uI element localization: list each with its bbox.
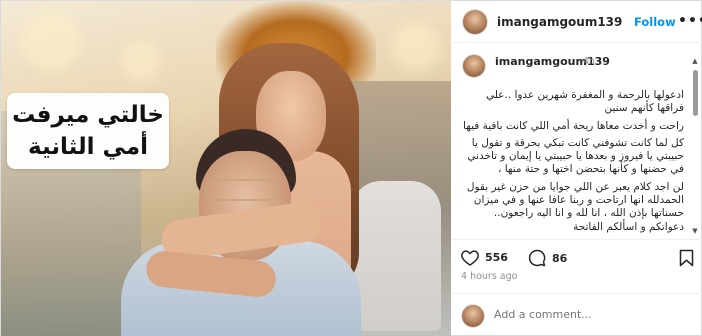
- post-timestamp[interactable]: 4 hours ago: [461, 271, 517, 282]
- header-username[interactable]: imangamgoum139: [497, 15, 622, 29]
- caption-paragraph: ادعولها بالرحمة و المغفرة شهرين عدوا ..ع…: [485, 89, 684, 115]
- caption-paragraph: لن اجد كلام يعبر عن اللي جوايا من حزن غي…: [466, 180, 684, 233]
- photo-bokeh: [391, 21, 441, 71]
- comments-count: 86: [552, 251, 568, 265]
- overlay-line-1: خالتي ميرفت: [12, 102, 164, 128]
- avatar[interactable]: [462, 8, 488, 35]
- photo-chair: [351, 181, 441, 331]
- like-button[interactable]: 556: [461, 249, 508, 266]
- caption-area: imangamgoum139 4h ادعولها بالرحمة و المغ…: [452, 44, 702, 238]
- photo-text-overlay: خالتي ميرفت أمي الثانية: [7, 93, 169, 169]
- caption-paragraph: كل لما كانت تشوفني كانت تبكي بحرقة و تقو…: [467, 136, 684, 176]
- heart-icon[interactable]: [461, 249, 479, 266]
- post-photo[interactable]: خالتي ميرفت أمي الثانية: [1, 1, 451, 336]
- likes-count: 556: [485, 251, 508, 264]
- bookmark-icon[interactable]: [679, 249, 694, 271]
- more-icon[interactable]: •••: [678, 13, 702, 29]
- post-side-panel: imangamgoum139 Follow ••• imangamgoum139…: [452, 1, 702, 336]
- comment-button[interactable]: 86: [528, 249, 567, 267]
- follow-button[interactable]: Follow: [634, 15, 676, 29]
- caption-paragraph: راحت و أخدت معاها ريحة أمي اللي كانت باق…: [463, 119, 684, 132]
- scroll-up-icon[interactable]: ▲: [692, 58, 698, 65]
- comment-icon[interactable]: [528, 249, 546, 267]
- comment-avatar: [461, 304, 485, 328]
- post-actions: 556 86: [452, 239, 702, 269]
- caption-time: 4h: [583, 56, 596, 67]
- post-header: imangamgoum139 Follow •••: [452, 1, 702, 43]
- photo-glasses: [205, 179, 279, 201]
- instagram-post: خالتي ميرفت أمي الثانية imangamgoum139 F…: [0, 0, 702, 336]
- caption-scrollbar[interactable]: ▲ ▼: [692, 58, 698, 235]
- scroll-down-icon[interactable]: ▼: [692, 228, 698, 235]
- overlay-line-2: أمي الثانية: [28, 134, 148, 160]
- caption-text: ادعولها بالرحمة و المغفرة شهرين عدوا ..ع…: [462, 69, 684, 238]
- comment-row: [452, 293, 702, 336]
- comment-input[interactable]: [494, 308, 674, 321]
- scroll-thumb[interactable]: [693, 70, 698, 116]
- photo-bokeh: [21, 11, 81, 71]
- photo-bokeh: [121, 41, 161, 81]
